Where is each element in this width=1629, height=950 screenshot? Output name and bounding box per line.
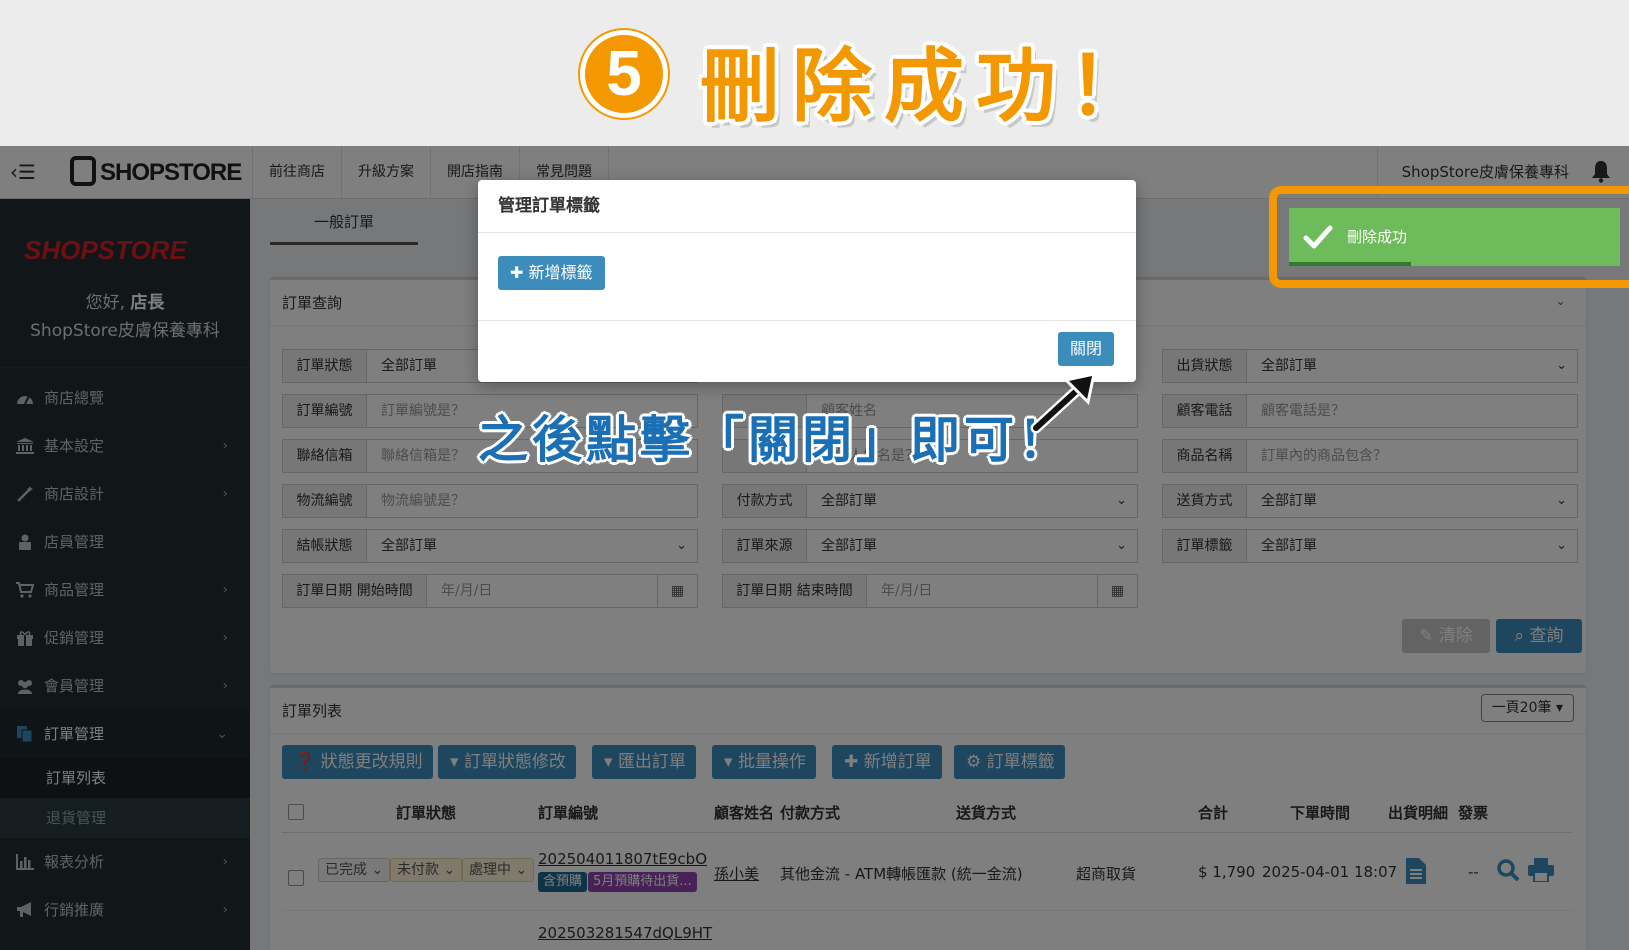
step-number-badge: 5 — [580, 30, 668, 118]
plus-icon: ✚ — [510, 263, 524, 282]
modal-title: 管理訂單標籤 — [478, 180, 1136, 233]
toast-message: 刪除成功 — [1347, 228, 1408, 246]
manage-tags-modal: 管理訂單標籤 ✚ 新增標籤 關閉 — [478, 180, 1136, 382]
check-icon — [1303, 225, 1333, 249]
close-button[interactable]: 關閉 — [1057, 332, 1114, 366]
pointer-arrow-icon — [1030, 372, 1096, 434]
divider — [478, 320, 1136, 321]
tutorial-annotation: 之後點擊「關閉」即可！ — [478, 411, 1072, 469]
add-tag-button[interactable]: ✚ 新增標籤 — [498, 256, 605, 290]
success-toast[interactable]: 刪除成功 — [1289, 208, 1620, 266]
tutorial-banner: 5 刪除成功！ — [0, 0, 1629, 146]
toast-progress-bar — [1289, 262, 1411, 266]
banner-title: 刪除成功！ — [700, 40, 1160, 133]
